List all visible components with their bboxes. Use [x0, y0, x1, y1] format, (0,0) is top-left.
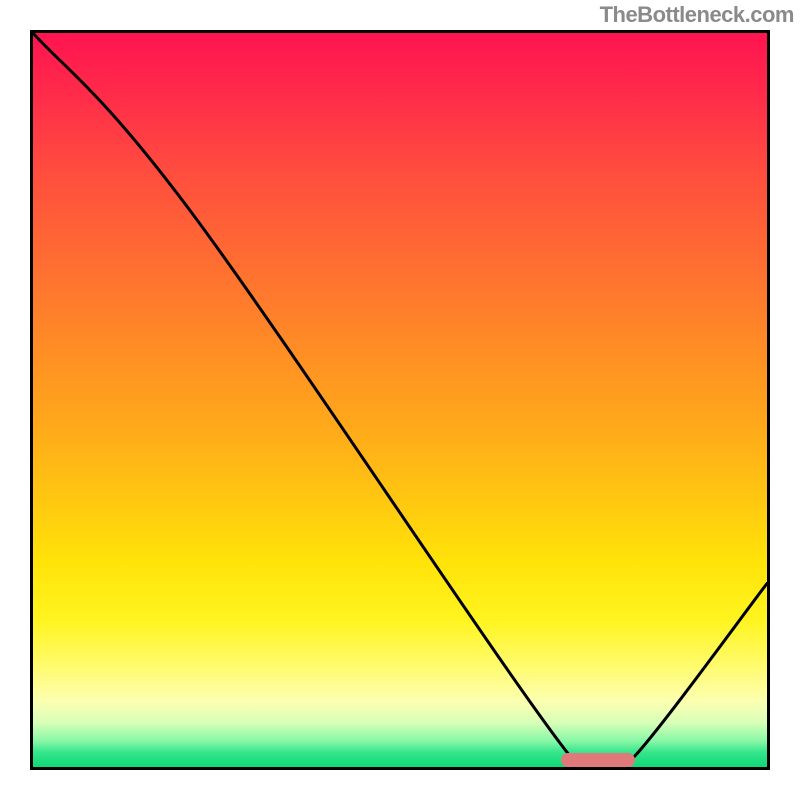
bottleneck-curve	[33, 33, 767, 767]
optimal-range-marker	[561, 753, 634, 767]
chart-frame	[30, 30, 770, 770]
attribution-text: TheBottleneck.com	[600, 2, 794, 28]
curve-path	[33, 33, 767, 767]
